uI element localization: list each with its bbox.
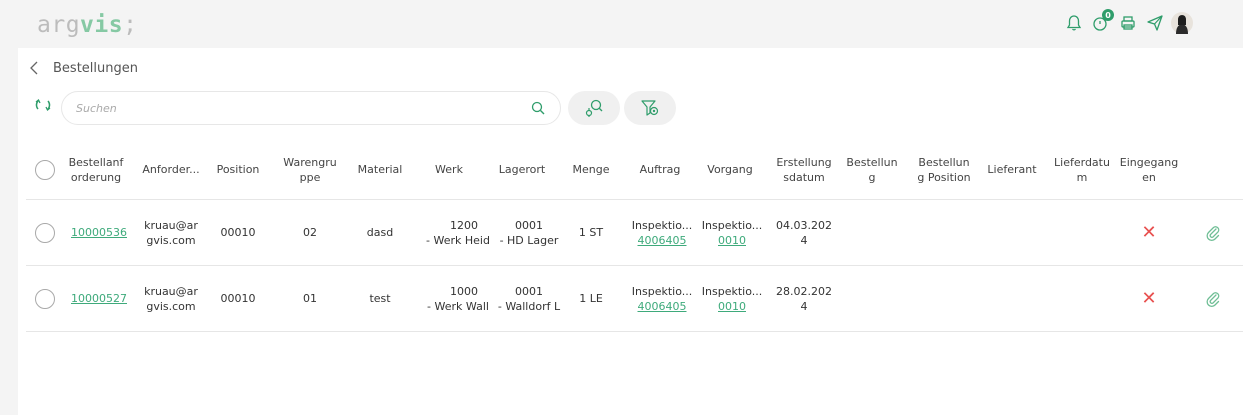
anforderer-cell: kruau@ar gvis.com [144, 284, 198, 313]
page-title: Bestellungen [53, 61, 138, 76]
bell-icon[interactable] [1061, 8, 1087, 38]
not-received-x-icon: ✕ [1141, 288, 1157, 309]
vorgang-cell: Inspektio... 0010 [700, 200, 764, 265]
column-header-eingegangen[interactable]: Eingegang en [1118, 140, 1180, 199]
erstellungsdatum-cell: 04.03.202 4 [776, 218, 832, 247]
requisitions-table: Bestellanf orderung Anforder... Position… [26, 140, 1243, 336]
printer-icon[interactable] [1115, 8, 1141, 38]
warengruppe-cell: 02 [303, 226, 317, 239]
lieferant-cell [982, 266, 1042, 331]
column-header-lagerort[interactable]: Lagerort [492, 140, 552, 199]
column-header-bestellung-position[interactable]: Bestellun g Position [910, 140, 978, 199]
lieferant-cell [982, 200, 1042, 265]
werk-name: - Werk Wall [427, 299, 489, 313]
menge-cell: 1 ST [578, 226, 604, 239]
row-select-radio[interactable] [32, 200, 58, 265]
column-header-vorgang[interactable]: Vorgang [700, 140, 760, 199]
column-header-bestellung[interactable]: Bestellun g [842, 140, 902, 199]
vorgang-link[interactable]: 0010 [718, 299, 746, 314]
anforderer-cell: kruau@ar gvis.com [144, 218, 198, 247]
table-header-row: Bestellanf orderung Anforder... Position… [26, 140, 1243, 200]
notification-badge: 0 [1102, 9, 1114, 21]
auftrag-cell: Inspektio... 4006405 [630, 266, 694, 331]
werk-code: 1200 [450, 218, 478, 232]
table-row[interactable]: 10000536 kruau@ar gvis.com 00010 02 dasd… [26, 200, 1243, 266]
lagerort-code: 0001 [514, 218, 543, 232]
lagerort-name: - Walldorf L [497, 299, 561, 313]
refresh-icon[interactable] [34, 96, 52, 114]
column-header-lieferdatum[interactable]: Lieferdatu m [1050, 140, 1114, 199]
position-cell: 00010 [220, 226, 256, 239]
back-chevron-icon[interactable] [27, 59, 41, 77]
lieferdatum-cell [1050, 200, 1114, 265]
lagerort-cell: 0001- HD Lager [496, 200, 562, 265]
column-header-warengruppe[interactable]: Warengru ppe [280, 140, 340, 199]
auftrag-link[interactable]: 4006405 [638, 233, 687, 248]
search-icon[interactable] [530, 100, 546, 116]
vorgang-link[interactable]: 0010 [718, 233, 746, 248]
advanced-search-button[interactable] [568, 91, 620, 125]
lagerort-name: - HD Lager [499, 233, 559, 247]
werk-cell: 1000- Werk Wall [422, 266, 494, 331]
search-input[interactable] [76, 98, 516, 118]
row-select-radio[interactable] [32, 266, 58, 331]
auftrag-text: Inspektio... [631, 218, 693, 232]
table-row[interactable]: 10000527 kruau@ar gvis.com 00010 01 test… [26, 266, 1243, 332]
auftrag-link[interactable]: 4006405 [638, 299, 687, 314]
send-icon[interactable] [1142, 8, 1168, 38]
advanced-search-icon [585, 99, 603, 117]
vorgang-text: Inspektio... [701, 218, 763, 232]
column-header-werk[interactable]: Werk [422, 140, 476, 199]
vorgang-cell: Inspektio... 0010 [700, 266, 764, 331]
auftrag-text: Inspektio... [631, 284, 693, 298]
filter-settings-icon [641, 100, 659, 116]
clock-badge-icon[interactable]: 0 [1088, 8, 1114, 38]
app-logo[interactable]: argvis; [37, 12, 137, 38]
app-header: argvis; 0 [0, 0, 1243, 44]
not-received-x-icon: ✕ [1141, 222, 1157, 243]
search-bar [61, 91, 561, 125]
material-cell: dasd [366, 226, 394, 239]
bestellung-cell [842, 266, 902, 331]
column-header-material[interactable]: Material [352, 140, 408, 199]
auftrag-cell: Inspektio... 4006405 [630, 200, 694, 265]
warengruppe-cell: 01 [303, 292, 317, 305]
material-cell: test [369, 292, 391, 305]
attachment-icon[interactable] [1198, 200, 1228, 265]
position-cell: 00010 [220, 292, 256, 305]
bestellanforderung-link[interactable]: 10000536 [66, 200, 132, 265]
select-all-radio[interactable] [32, 140, 58, 199]
lieferdatum-cell [1050, 266, 1114, 331]
bestellung-cell [842, 200, 902, 265]
lagerort-code: 0001 [514, 284, 543, 298]
attachment-icon[interactable] [1198, 266, 1228, 331]
filter-settings-button[interactable] [624, 91, 676, 125]
bestellanforderung-link[interactable]: 10000527 [66, 266, 132, 331]
column-header-position[interactable]: Position [212, 140, 264, 199]
user-avatar[interactable] [1169, 8, 1195, 38]
column-header-menge[interactable]: Menge [566, 140, 616, 199]
werk-name: - Werk Heid [426, 233, 490, 247]
menge-cell: 1 LE [579, 292, 603, 305]
lagerort-cell: 0001- Walldorf L [496, 266, 562, 331]
werk-code: 1000 [450, 284, 478, 298]
bestellung-position-cell [910, 266, 978, 331]
column-header-anforderer[interactable]: Anforder... [138, 140, 204, 199]
erstellungsdatum-cell: 28.02.202 4 [776, 284, 832, 313]
column-header-bestellanforderung[interactable]: Bestellanf orderung [62, 140, 130, 199]
column-header-erstellungsdatum[interactable]: Erstellung sdatum [770, 140, 838, 199]
werk-cell: 1200- Werk Heid [422, 200, 494, 265]
vorgang-text: Inspektio... [701, 284, 763, 298]
column-header-auftrag[interactable]: Auftrag [630, 140, 690, 199]
column-header-lieferant[interactable]: Lieferant [982, 140, 1042, 199]
bestellung-position-cell [910, 200, 978, 265]
